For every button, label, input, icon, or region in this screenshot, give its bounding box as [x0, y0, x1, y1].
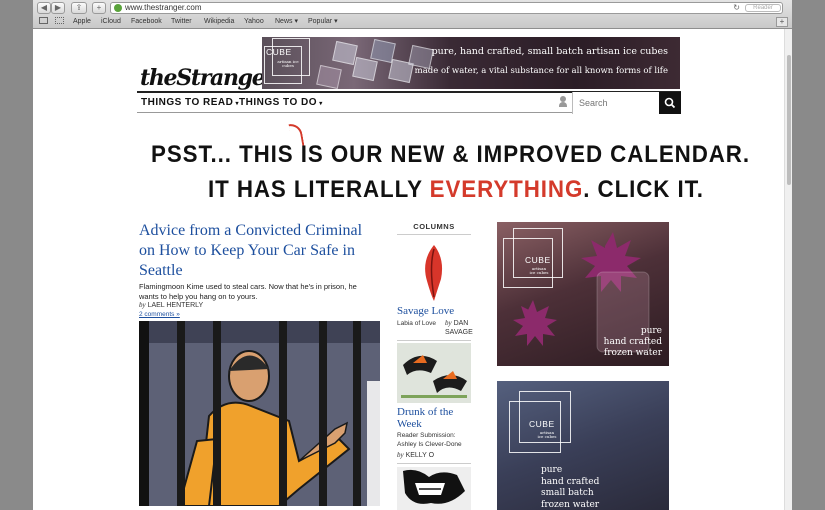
main-nav: THINGS TO READ ▾ THINGS TO DO ▾: [137, 91, 681, 114]
bookmark-icloud[interactable]: iCloud: [101, 16, 121, 27]
ad-copy-line: pure: [640, 326, 662, 336]
banner-ad[interactable]: CUBE artisan ice cubes pure, hand crafte…: [262, 37, 680, 89]
ad-copy-line: frozen water: [541, 499, 600, 510]
story-dek: Flamingmoon Kime used to steal cars. Now…: [139, 282, 357, 301]
column-thumbnail[interactable]: [397, 467, 471, 510]
top-sites-icon[interactable]: [55, 17, 64, 24]
search-icon: [664, 97, 676, 109]
search-button[interactable]: [659, 92, 681, 114]
column-divider: [397, 340, 471, 341]
promo-line2-a: IT HAS LITERALLY: [208, 176, 423, 203]
bookmark-popular[interactable]: Popular ▾: [308, 16, 338, 27]
site-icon: [114, 4, 122, 12]
site-logo[interactable]: theStranger: [140, 65, 276, 91]
promo-line1-a: PSST... THIS: [151, 141, 294, 168]
columns-heading: COLUMNS: [397, 222, 471, 235]
scrollbar-thumb[interactable]: [787, 55, 791, 185]
by-label: by: [445, 319, 452, 327]
savage-love-image[interactable]: [397, 241, 471, 305]
reading-list-icon[interactable]: [39, 17, 48, 24]
column-title-drunk-of-the-week[interactable]: Drunk of the Week: [397, 406, 471, 430]
web-page: theStranger CUBE artisan ice cubes pure,…: [33, 29, 784, 510]
by-label: by: [139, 301, 146, 309]
bookmark-yahoo[interactable]: Yahoo: [244, 16, 264, 27]
story-author[interactable]: LAEL HENTERLY: [148, 302, 204, 309]
comments-link[interactable]: 2 comments »: [139, 311, 180, 318]
add-tab-button[interactable]: +: [776, 17, 788, 27]
nav-things-to-read-label: THINGS TO READ: [141, 97, 234, 108]
bookmark-facebook[interactable]: Facebook: [131, 16, 162, 27]
forward-button[interactable]: ▶: [51, 2, 65, 14]
address-bar[interactable]: www.thestranger.com ↻ Reader: [110, 2, 783, 14]
bookmark-wikipedia[interactable]: Wikipedia: [204, 16, 234, 27]
drunk-of-the-week-image[interactable]: [397, 343, 471, 403]
promo-line2-b: . CLICK IT.: [583, 176, 704, 203]
column-by-drunk-of-the-week: by KELLY O: [397, 451, 475, 460]
bookmark-apple[interactable]: Apple: [73, 16, 91, 27]
reader-button[interactable]: Reader: [745, 4, 781, 12]
promo-everything: EVERYTHING: [429, 176, 584, 203]
ad-copy: pure hand crafted frozen water: [604, 326, 662, 359]
ad-copy-line: hand crafted: [603, 337, 662, 347]
caret-down-icon: ▾: [317, 101, 323, 107]
side-ad-2[interactable]: CUBE artisan ice cubes pure hand crafted…: [497, 381, 669, 510]
cube-logo-icon: CUBE artisan ice cubes: [503, 228, 565, 290]
user-icon[interactable]: [559, 96, 567, 108]
ad-copy-line: frozen water: [603, 348, 662, 358]
ad-copy-line: hand crafted: [541, 476, 600, 487]
nav-things-to-do[interactable]: THINGS TO DO ▾: [239, 97, 323, 108]
banner-subline: made of water, a vital substance for all…: [414, 66, 668, 76]
vertical-scrollbar[interactable]: [784, 29, 792, 510]
browser-toolbar: ◀ ▶ ⇪ + www.thestranger.com ↻ Reader App…: [33, 0, 792, 29]
story-headline[interactable]: Advice from a Convicted Criminal on How …: [139, 221, 379, 281]
column-divider: [397, 463, 471, 464]
search-input[interactable]: [572, 92, 660, 114]
cube-logo-icon: CUBE artisan ice cubes: [509, 391, 573, 455]
banner-headline: pure, hand crafted, small batch artisan …: [431, 46, 668, 57]
nav-things-to-read[interactable]: THINGS TO READ ▾: [141, 97, 239, 108]
ad-copy-line: small batch: [541, 488, 594, 498]
column-author[interactable]: KELLY O: [406, 452, 435, 459]
column-by-savage-love: by DAN SAVAGE: [445, 319, 485, 337]
story-byline: by LAEL HENTERLY: [139, 301, 203, 309]
by-label: by: [397, 451, 404, 459]
back-button[interactable]: ◀: [37, 2, 51, 14]
side-ad-1[interactable]: CUBE artisan ice cubes pure hand crafted…: [497, 222, 669, 366]
url-text: www.thestranger.com: [125, 3, 202, 12]
column-sub-drunk-of-the-week: Reader Submission: Ashley Is Clever-Done: [397, 432, 462, 448]
cube-logo-icon: CUBE artisan ice cubes: [264, 38, 312, 86]
promo-line1-b: IS OUR NEW & IMPROVED CALENDAR.: [300, 141, 750, 168]
column-title-savage-love[interactable]: Savage Love: [397, 305, 471, 317]
bookmarks-bar: Apple iCloud Facebook Twitter Wikipedia …: [33, 15, 792, 28]
reload-icon[interactable]: ↻: [733, 3, 740, 13]
share-button[interactable]: ⇪: [71, 2, 87, 14]
bookmark-twitter[interactable]: Twitter: [171, 16, 192, 27]
new-tab-button[interactable]: +: [92, 2, 106, 14]
nav-things-to-do-label: THINGS TO DO: [239, 97, 318, 108]
ad-copy: pure hand crafted small batch frozen wat…: [541, 465, 599, 510]
story-illustration[interactable]: [139, 321, 380, 506]
ad-copy-line: pure: [541, 465, 563, 475]
bookmark-news[interactable]: News ▾: [275, 16, 298, 27]
